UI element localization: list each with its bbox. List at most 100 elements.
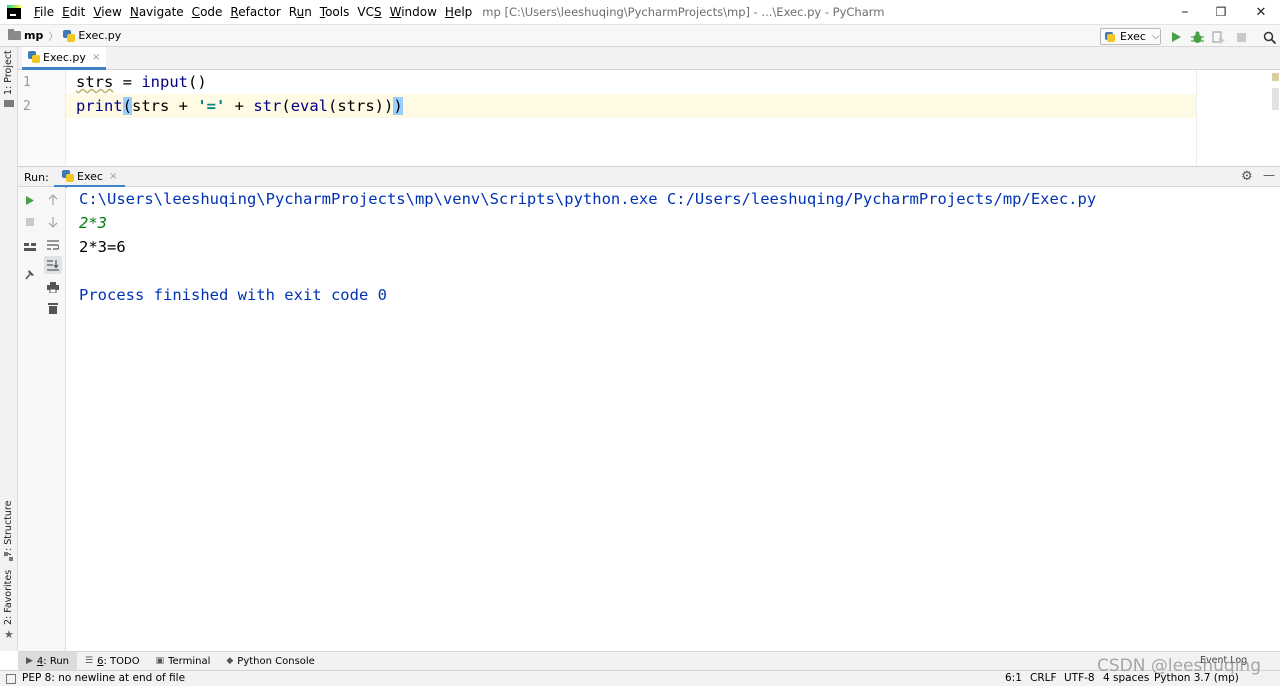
arrow-down-icon [48,217,58,228]
stop-run-button[interactable] [23,215,37,229]
rerun-button[interactable] [23,193,37,207]
stop-button[interactable] [1233,29,1249,45]
down-stack-button[interactable] [46,215,60,229]
breadcrumb-project[interactable]: mp [24,29,43,42]
run-tab-exec[interactable]: Exec × [54,167,126,188]
breadcrumb-separator-icon: 〉 [48,32,59,43]
code-builtin: eval [290,97,329,115]
run-panel-label: Run: [24,171,49,184]
up-stack-button[interactable] [46,193,60,207]
line-number: 1 [23,75,31,90]
search-everywhere-button[interactable] [1261,29,1277,45]
project-folder-icon [4,100,14,107]
editor-scrollbar[interactable] [1272,88,1279,110]
run-configuration-label: Exec [1120,30,1146,43]
soft-wrap-icon [47,239,59,250]
coverage-icon [1211,30,1225,44]
run-button[interactable] [1168,29,1184,45]
tool-terminal-button[interactable]: ▣ Terminal [148,652,219,671]
python-file-icon [63,29,76,42]
menu-vcs[interactable]: VCS [353,5,385,19]
code-line-2: print(strs + '=' + str(eval(strs))) [76,97,403,115]
menu-view[interactable]: View [89,5,125,19]
play-icon [1171,32,1181,42]
favorites-tool-button[interactable]: 2: Favorites [3,570,14,625]
file-encoding[interactable]: UTF-8 [1064,672,1095,684]
pin-tab-button[interactable] [23,267,37,281]
status-message: PEP 8: no newline at end of file [22,672,186,684]
matched-brace: ) [393,97,403,115]
code-paren: ( [281,97,291,115]
search-icon [1263,31,1276,44]
console-line-user-input: 2*3 [79,214,107,232]
menu-help[interactable]: Help [441,5,476,19]
code-operator: = [113,73,142,91]
print-button[interactable] [46,280,60,294]
menu-code[interactable]: Code [188,5,227,19]
clear-all-button[interactable] [46,301,60,315]
soft-wrap-button[interactable] [46,237,60,251]
menu-tools[interactable]: Tools [316,5,354,19]
code-expr: + [225,97,254,115]
menu-navigate[interactable]: Navigate [126,5,188,19]
coverage-button[interactable] [1210,29,1226,45]
hide-panel-icon[interactable]: — [1263,168,1275,182]
tool-todo-button[interactable]: ☰ 6: TODO [77,652,148,671]
close-run-tab-icon[interactable]: × [109,171,117,182]
navigation-bar: mp 〉 Exec.py Exec ⌵ [0,24,1280,47]
arrow-up-icon [48,194,58,205]
menu-bar: File Edit View Navigate Code Refactor Ru… [30,5,476,19]
code-builtin: input [141,73,188,91]
code-builtin: print [76,97,123,115]
run-console-output[interactable]: C:\Users\leeshuqing\PycharmProjects\mp\v… [67,187,1280,651]
pin-icon [25,270,34,280]
menu-file[interactable]: File [30,5,58,19]
play-icon [26,195,34,205]
editor-tab-exec[interactable]: Exec.py × [22,47,107,70]
terminal-icon: ▣ [155,656,165,666]
close-button[interactable]: ✕ [1238,0,1280,24]
debug-button[interactable] [1189,29,1205,45]
python-file-icon [28,51,40,63]
caret-position[interactable]: 6:1 [1005,672,1022,684]
bug-icon [1190,31,1204,43]
code-parens: () [188,73,207,91]
project-tool-button[interactable]: 1: Project [3,50,14,95]
layout-icon [24,243,36,251]
scroll-to-end-icon [47,260,59,271]
code-builtin: str [253,97,282,115]
scroll-to-end-button[interactable] [44,256,62,274]
restore-layout-button[interactable] [23,240,37,254]
status-toggle-icon[interactable] [6,674,16,684]
code-string: '=' [197,97,226,115]
run-configuration-select[interactable]: Exec ⌵ [1100,28,1161,45]
code-expr: (strs)) [328,97,394,115]
settings-gear-icon[interactable]: ⚙ [1241,169,1253,184]
scroll-marker[interactable] [1272,73,1279,81]
menu-run[interactable]: Run [285,5,316,19]
code-editor[interactable]: 1 2 strs = input() print(strs + '=' + st… [18,70,1280,166]
chevron-down-icon: ⌵ [1151,31,1160,42]
folder-icon [8,29,21,40]
breadcrumb-file[interactable]: Exec.py [78,29,121,42]
run-panel-header: Run: Exec × ⚙ — [18,166,1280,188]
tool-python-console-button[interactable]: ◆ Python Console [218,652,322,671]
close-tab-icon[interactable]: × [92,52,100,63]
bottom-tool-bar: ▶ 4: Run ☰ 6: TODO ▣ Terminal ◆ Python C… [18,651,1280,671]
editor-tab-bar: Exec.py × [18,47,1280,70]
python-config-icon [1105,31,1115,42]
tool-run-button[interactable]: ▶ 4: Run [18,651,78,671]
structure-tool-button[interactable]: 7: Structure [3,501,14,557]
menu-refactor[interactable]: Refactor [226,5,284,19]
window-title: mp [C:\Users\leeshuqing\PycharmProjects\… [482,5,885,19]
menu-window[interactable]: Window [386,5,441,19]
matched-brace: ( [122,97,133,115]
line-number: 2 [23,99,31,114]
line-number-gutter: 1 2 [18,70,66,166]
right-margin-guide [1196,70,1197,166]
python-file-icon [62,170,74,182]
line-separator[interactable]: CRLF [1030,672,1057,684]
restore-icon: ❐ [1215,5,1227,19]
list-icon: ☰ [85,656,94,666]
menu-edit[interactable]: Edit [58,5,89,19]
